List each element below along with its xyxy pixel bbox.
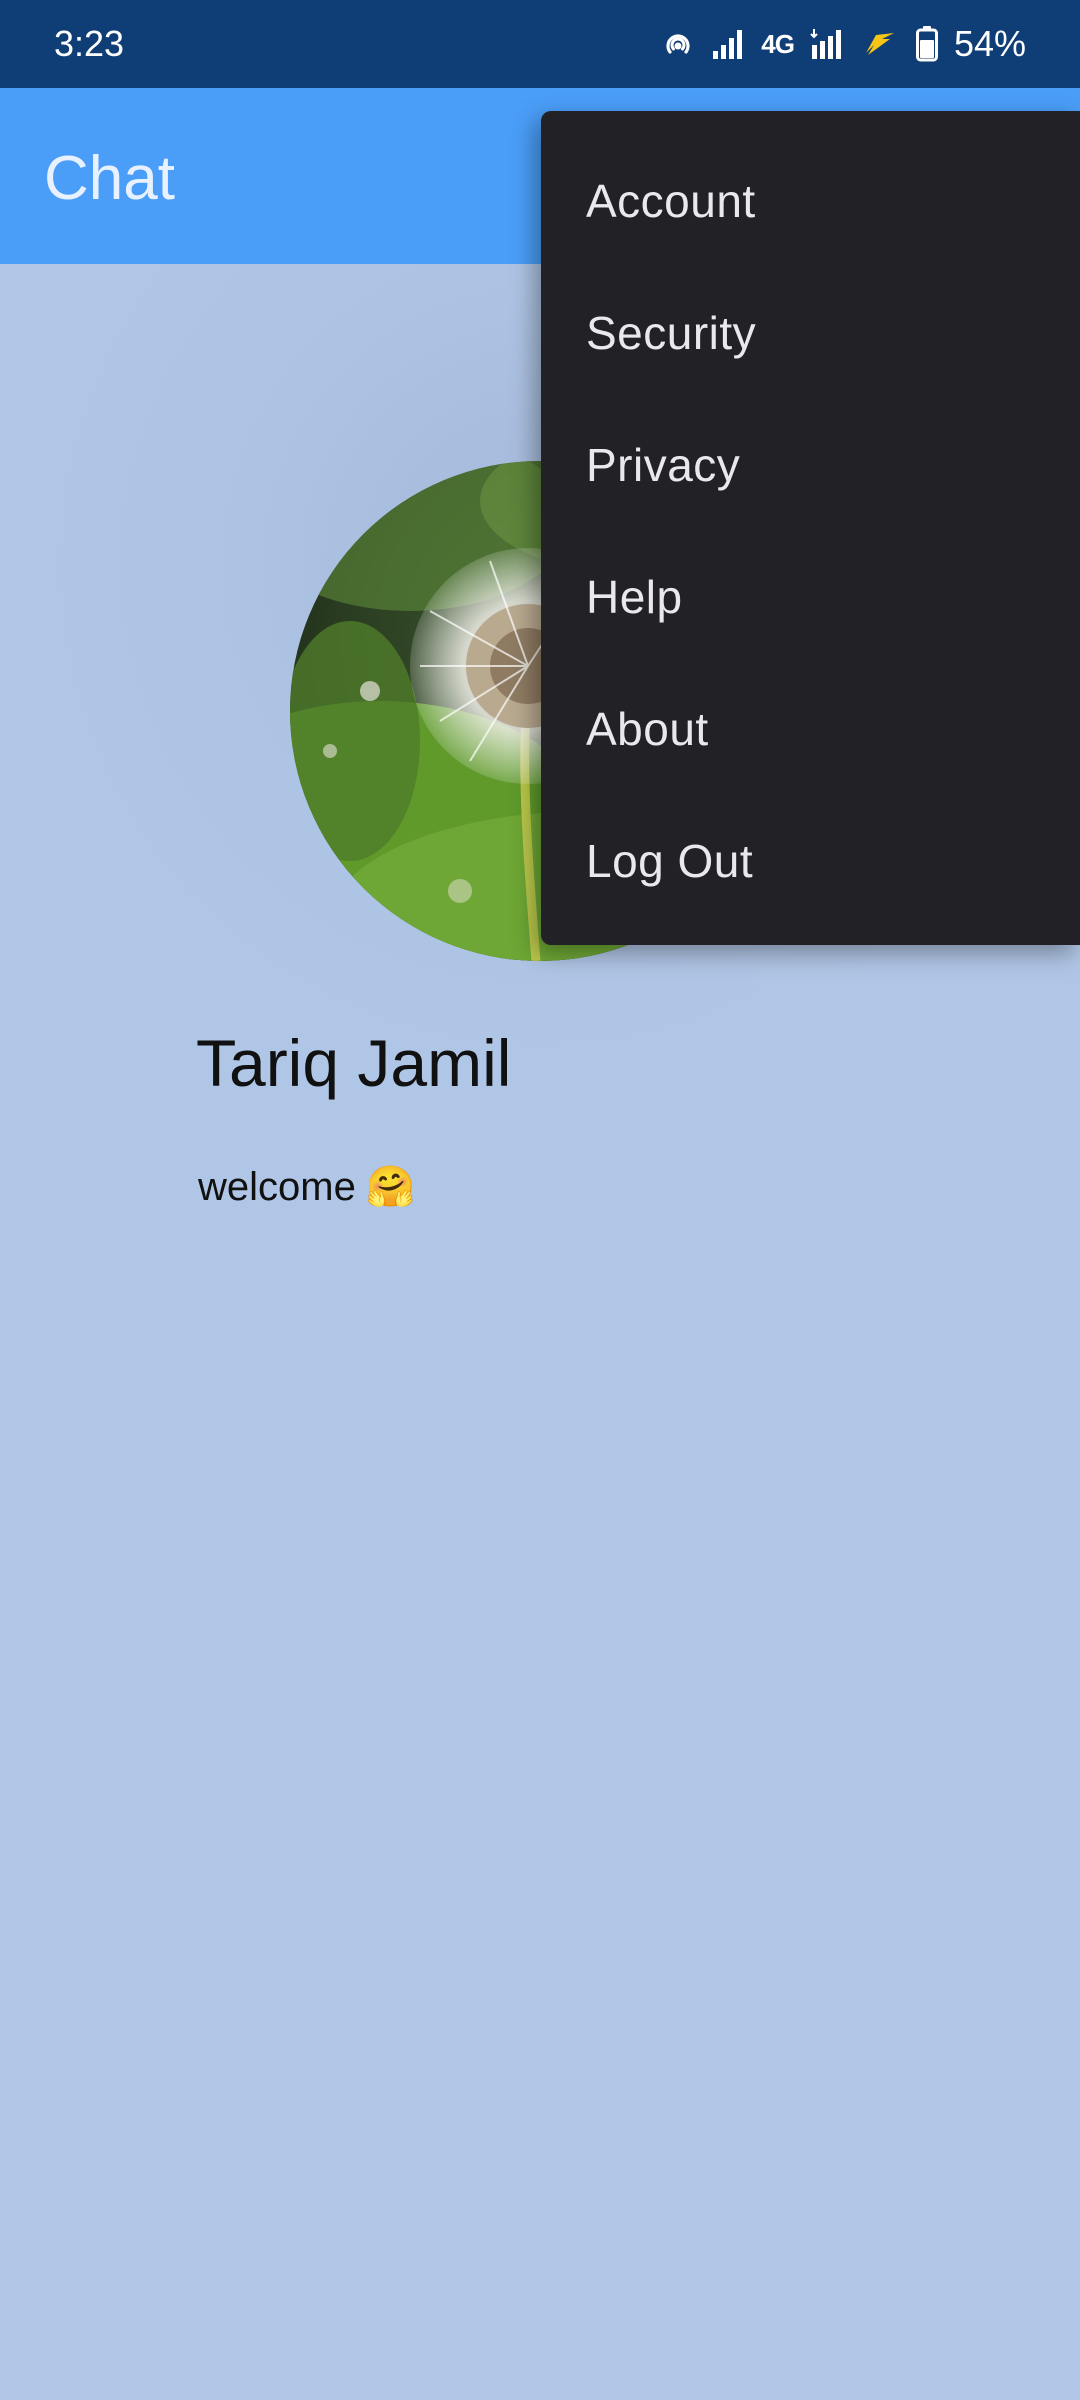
- status-text: welcome: [198, 1165, 356, 1209]
- menu-item-label: Help: [586, 571, 683, 623]
- battery-icon: [915, 26, 938, 62]
- charging-icon: [860, 27, 900, 61]
- menu-item-about[interactable]: About: [541, 663, 1080, 795]
- status-icons: 4G 54%: [661, 22, 1026, 66]
- signal-icon-2: [810, 27, 844, 61]
- menu-item-privacy[interactable]: Privacy: [541, 399, 1080, 531]
- menu-item-label: About: [586, 703, 709, 755]
- profile-status: welcome 🤗: [198, 1162, 416, 1212]
- signal-icon: [711, 27, 745, 61]
- menu-item-security[interactable]: Security: [541, 267, 1080, 399]
- network-type: 4G: [761, 28, 795, 59]
- status-bar: 3:23 4G 54%: [0, 0, 1080, 88]
- menu-item-account[interactable]: Account: [541, 135, 1080, 267]
- hotspot-icon: [661, 27, 695, 61]
- overflow-menu: Account Security Privacy Help About Log …: [541, 111, 1080, 945]
- battery-percent: 54%: [953, 23, 1026, 64]
- menu-item-log-out[interactable]: Log Out: [541, 795, 1080, 927]
- status-time: 3:23: [54, 23, 125, 64]
- menu-item-label: Security: [586, 307, 757, 359]
- profile-name: Tariq Jamil: [196, 1026, 512, 1100]
- menu-item-help[interactable]: Help: [541, 531, 1080, 663]
- menu-item-label: Privacy: [586, 439, 741, 491]
- menu-item-label: Account: [586, 175, 756, 227]
- hugging-face-emoji: 🤗: [365, 1165, 416, 1209]
- menu-item-label: Log Out: [586, 835, 754, 887]
- app-title: Chat: [44, 144, 175, 213]
